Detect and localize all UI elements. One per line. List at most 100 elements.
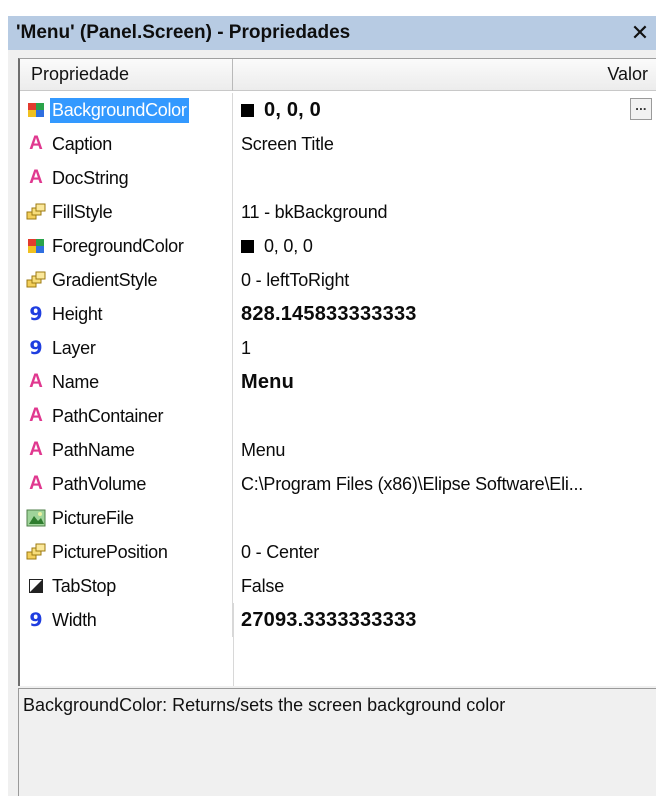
property-value-cell[interactable]: [233, 161, 656, 195]
property-value: C:\Program Files (x86)\Elipse Software\E…: [241, 473, 584, 494]
property-row-pathvolume[interactable]: A PathVolume C:\Program Files (x86)\Elipse…: [20, 467, 656, 501]
property-value-cell[interactable]: [233, 399, 656, 433]
property-name: PictureFile: [52, 507, 134, 528]
property-row-gradientstyle[interactable]: GradientStyle 0 - leftToRight: [20, 263, 656, 297]
property-name-cell[interactable]: A Caption: [20, 127, 233, 161]
property-rows: BackgroundColor 0, 0, 0... A Caption Screen …: [20, 93, 656, 637]
property-row-name[interactable]: A Name Menu: [20, 365, 656, 399]
property-value-cell[interactable]: 0, 0, 0...: [233, 93, 656, 127]
description-panel: BackgroundColor: Returns/sets the screen…: [18, 688, 656, 796]
column-divider: [233, 603, 234, 686]
string-icon: A: [29, 405, 43, 426]
property-value: 11 - bkBackground: [241, 201, 388, 222]
number-icon: 9: [29, 303, 43, 325]
property-name: TabStop: [52, 575, 116, 596]
property-value-cell[interactable]: 0 - leftToRight: [233, 263, 656, 297]
property-name-cell[interactable]: GradientStyle: [20, 263, 233, 297]
enum-icon: [26, 202, 46, 222]
property-value-cell[interactable]: Menu: [233, 433, 656, 467]
properties-window: 'Menu' (Panel.Screen) - Propriedades ✕ P…: [8, 16, 656, 796]
property-name: Width: [52, 609, 97, 630]
property-name: GradientStyle: [52, 269, 158, 290]
column-header-value[interactable]: Valor: [233, 59, 656, 91]
close-icon[interactable]: ✕: [628, 20, 652, 46]
property-value: 0, 0, 0: [264, 98, 321, 121]
property-value: False: [241, 575, 285, 596]
property-name-cell[interactable]: ForegroundColor: [20, 229, 233, 263]
property-value-cell[interactable]: Screen Title: [233, 127, 656, 161]
property-value-cell[interactable]: 828.145833333333: [233, 297, 656, 331]
property-row-height[interactable]: 9 Height 828.145833333333: [20, 297, 656, 331]
property-value-cell[interactable]: Menu: [233, 365, 656, 399]
title-bar[interactable]: 'Menu' (Panel.Screen) - Propriedades ✕: [8, 16, 656, 50]
property-name: ForegroundColor: [52, 235, 184, 256]
string-icon: A: [29, 167, 43, 188]
property-value-cell[interactable]: 27093.3333333333: [233, 603, 656, 637]
string-icon: A: [29, 473, 43, 494]
property-value: 27093.3333333333: [241, 608, 417, 631]
property-name: DocString: [52, 167, 129, 188]
window-title: 'Menu' (Panel.Screen) - Propriedades: [16, 22, 351, 43]
property-value: Menu: [241, 439, 286, 460]
property-value: 828.145833333333: [241, 302, 417, 325]
property-name-cell[interactable]: A DocString: [20, 161, 233, 195]
property-name-cell[interactable]: A PathName: [20, 433, 233, 467]
property-name-cell[interactable]: PicturePosition: [20, 535, 233, 569]
property-row-pathcontainer[interactable]: A PathContainer: [20, 399, 656, 433]
property-row-docstring[interactable]: A DocString: [20, 161, 656, 195]
property-name-cell[interactable]: 9 Width: [20, 603, 233, 637]
property-name-cell[interactable]: TabStop: [20, 569, 233, 603]
property-name: PathContainer: [52, 405, 164, 426]
property-name: PicturePosition: [52, 541, 168, 562]
grid-header: Propriedade Valor: [20, 59, 656, 91]
property-value: 1: [241, 337, 251, 358]
color-swatch: [241, 239, 254, 253]
property-name: Name: [52, 371, 99, 392]
property-value-cell[interactable]: False: [233, 569, 656, 603]
color-icon: [26, 100, 46, 120]
color-swatch: [241, 103, 254, 117]
property-row-pathname[interactable]: A PathName Menu: [20, 433, 656, 467]
property-value-cell[interactable]: [233, 501, 656, 535]
property-row-caption[interactable]: A Caption Screen Title: [20, 127, 656, 161]
property-name-cell[interactable]: A Name: [20, 365, 233, 399]
property-name-cell[interactable]: PictureFile: [20, 501, 233, 535]
string-icon: A: [29, 371, 43, 392]
property-grid: Propriedade Valor BackgroundColor 0, 0, 0…: [18, 58, 656, 686]
property-name: PathVolume: [52, 473, 147, 494]
property-value-cell[interactable]: 0 - Center: [233, 535, 656, 569]
property-name-cell[interactable]: FillStyle: [20, 195, 233, 229]
property-row-picturefile[interactable]: PictureFile: [20, 501, 656, 535]
property-name: Caption: [52, 133, 112, 154]
property-name-cell[interactable]: A PathVolume: [20, 467, 233, 501]
number-icon: 9: [29, 609, 43, 631]
property-name: BackgroundColor: [50, 97, 189, 123]
property-value-cell[interactable]: 1: [233, 331, 656, 365]
property-name-cell[interactable]: A PathContainer: [20, 399, 233, 433]
property-name-cell[interactable]: BackgroundColor: [20, 93, 233, 127]
property-row-tabstop[interactable]: TabStop False: [20, 569, 656, 603]
property-value: Menu: [241, 370, 295, 393]
property-name: FillStyle: [52, 201, 113, 222]
description-text: BackgroundColor: Returns/sets the screen…: [23, 695, 506, 715]
property-name: Layer: [52, 337, 96, 358]
boolean-icon: [26, 576, 46, 596]
property-row-width[interactable]: 9 Width 27093.3333333333: [20, 603, 656, 637]
property-row-pictureposition[interactable]: PicturePosition 0 - Center: [20, 535, 656, 569]
property-value-cell[interactable]: 0, 0, 0: [233, 229, 656, 263]
property-name-cell[interactable]: 9 Layer: [20, 331, 233, 365]
property-row-foregroundcolor[interactable]: ForegroundColor 0, 0, 0: [20, 229, 656, 263]
property-row-fillstyle[interactable]: FillStyle 11 - bkBackground: [20, 195, 656, 229]
string-icon: A: [29, 439, 43, 460]
property-value-cell[interactable]: 11 - bkBackground: [233, 195, 656, 229]
property-row-backgroundcolor[interactable]: BackgroundColor 0, 0, 0...: [20, 93, 656, 127]
string-icon: A: [29, 133, 43, 154]
enum-icon: [26, 270, 46, 290]
property-value: 0, 0, 0: [264, 235, 313, 256]
color-icon: [26, 236, 46, 256]
property-row-layer[interactable]: 9 Layer 1: [20, 331, 656, 365]
property-value-cell[interactable]: C:\Program Files (x86)\Elipse Software\E…: [233, 467, 656, 501]
ellipsis-button[interactable]: ...: [630, 98, 652, 120]
property-name-cell[interactable]: 9 Height: [20, 297, 233, 331]
column-header-property[interactable]: Propriedade: [20, 59, 233, 91]
